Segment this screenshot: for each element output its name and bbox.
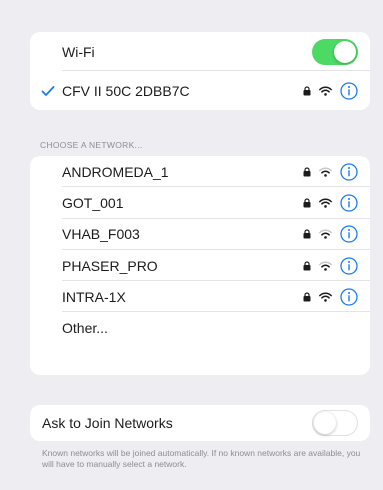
network-row[interactable]: VHAB_F003 xyxy=(30,219,370,250)
info-circle-icon[interactable] xyxy=(340,194,358,212)
info-circle-icon[interactable] xyxy=(340,256,358,275)
other-network-label: Other... xyxy=(62,320,108,337)
wifi-group: Wi-Fi CFV II 50C 2DBB7C xyxy=(30,32,370,110)
network-status-icons xyxy=(303,256,358,275)
network-row[interactable]: ANDROMEDA_1 xyxy=(30,156,370,188)
wifi-settings-page: Wi-Fi CFV II 50C 2DBB7C CHOOSE A NETWORK… xyxy=(0,0,383,490)
lock-icon xyxy=(303,292,311,302)
connected-network-name: CFV II 50C 2DBB7C xyxy=(62,82,190,99)
wifi-signal-icon xyxy=(319,198,332,208)
info-circle-icon[interactable] xyxy=(340,225,358,243)
wifi-signal-icon xyxy=(319,292,332,302)
network-name: VHAB_F003 xyxy=(62,226,140,243)
toggle-knob xyxy=(314,412,336,434)
ask-to-join-group: Ask to Join Networks xyxy=(30,405,370,441)
footer-note: Known networks will be joined automatica… xyxy=(42,448,361,469)
wifi-signal-icon xyxy=(319,85,332,96)
networks-list: ANDROMEDA_1 GOT_001 VHAB_F003 PHASER_PRO… xyxy=(30,156,370,375)
network-name: GOT_001 xyxy=(62,194,124,211)
wifi-signal-icon xyxy=(319,167,332,177)
network-row[interactable]: PHASER_PRO xyxy=(30,250,370,282)
ask-to-join-row: Ask to Join Networks xyxy=(30,405,370,441)
other-network-row[interactable]: Other... xyxy=(30,312,370,343)
lock-icon xyxy=(303,260,311,271)
checkmark-icon xyxy=(41,85,55,96)
network-status-icons xyxy=(303,162,358,181)
connected-network-row[interactable]: CFV II 50C 2DBB7C xyxy=(30,71,370,110)
network-row[interactable]: GOT_001 xyxy=(30,187,370,219)
network-name: ANDROMEDA_1 xyxy=(62,163,169,180)
toggle-knob xyxy=(334,40,356,63)
wifi-toggle-row: Wi-Fi xyxy=(30,32,370,71)
ask-to-join-label: Ask to Join Networks xyxy=(42,415,173,431)
network-name: INTRA-1X xyxy=(62,288,126,305)
info-circle-icon[interactable] xyxy=(340,81,358,100)
lock-icon xyxy=(303,167,311,177)
wifi-label: Wi-Fi xyxy=(62,43,95,60)
wifi-signal-icon xyxy=(319,229,332,239)
network-status-icons xyxy=(303,194,358,212)
network-status-icons xyxy=(303,225,358,243)
network-row[interactable]: INTRA-1X xyxy=(30,281,370,313)
network-status-icons xyxy=(303,288,358,306)
network-name: PHASER_PRO xyxy=(62,257,158,274)
wifi-toggle[interactable] xyxy=(312,38,358,65)
lock-icon xyxy=(303,198,311,208)
section-header: CHOOSE A NETWORK... xyxy=(40,140,143,150)
wifi-signal-icon xyxy=(319,261,332,271)
ask-to-join-toggle[interactable] xyxy=(312,410,358,436)
info-circle-icon[interactable] xyxy=(340,288,358,306)
lock-icon xyxy=(303,85,311,95)
lock-icon xyxy=(303,229,311,239)
network-status-icons xyxy=(303,81,358,100)
info-circle-icon[interactable] xyxy=(340,162,358,181)
